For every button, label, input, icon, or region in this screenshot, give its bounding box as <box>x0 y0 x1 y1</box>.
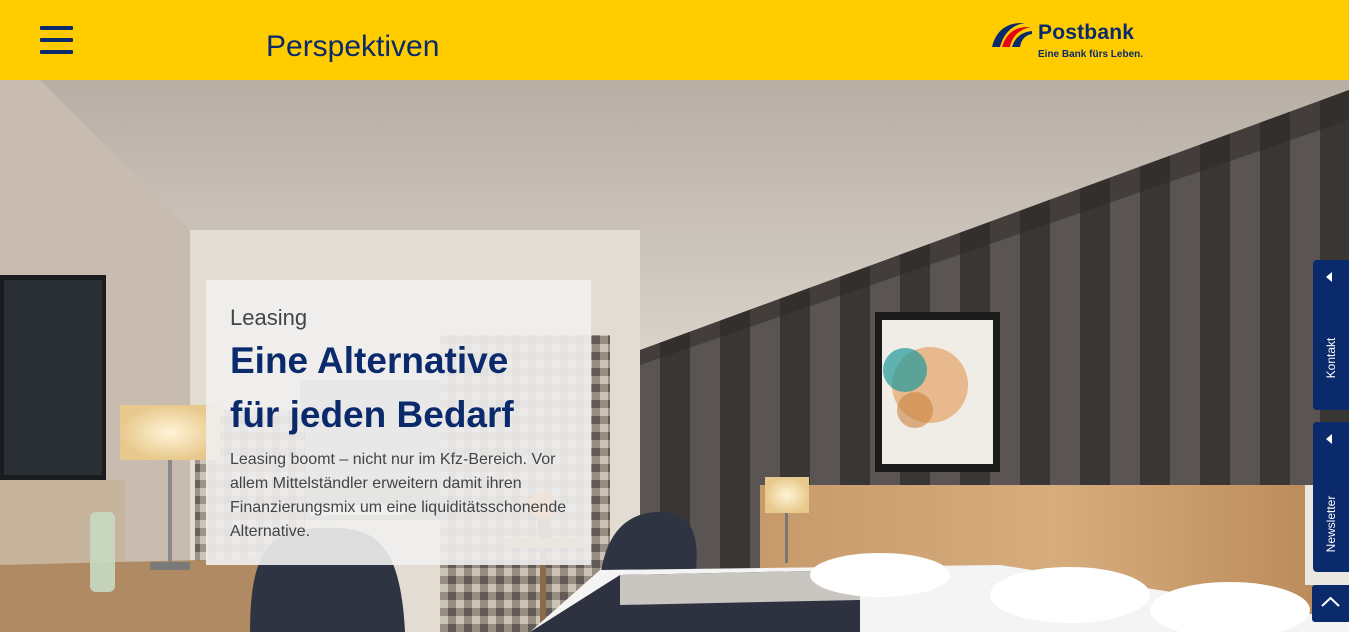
chevron-left-icon <box>1326 434 1332 444</box>
chevron-left-icon <box>1326 272 1332 282</box>
hotel-room-photo <box>0 80 1349 632</box>
newsletter-tab[interactable]: Newsletter <box>1313 422 1349 572</box>
teaser-headline-line-2: für jeden Bedarf <box>230 394 514 435</box>
teaser-headline[interactable]: Eine Alternative für jeden Bedarf <box>230 334 571 442</box>
page-title: Perspektiven <box>266 30 440 63</box>
kontakt-tab[interactable]: Kontakt <box>1313 260 1349 410</box>
header-bar: Perspektiven Postbank Eine Bank fürs Leb… <box>0 0 1349 80</box>
postbank-logo-mark-icon <box>992 23 1032 47</box>
hero-section: Leasing Eine Alternative für jeden Bedar… <box>0 80 1349 632</box>
logo-name: Postbank <box>1038 21 1135 44</box>
postbank-logo[interactable]: Postbank Eine Bank fürs Leben. <box>992 18 1144 64</box>
teaser-kicker: Leasing <box>230 305 308 330</box>
teaser-box[interactable]: Leasing Eine Alternative für jeden Bedar… <box>206 280 591 565</box>
scroll-to-top-button[interactable] <box>1312 585 1349 622</box>
hamburger-menu-icon[interactable] <box>40 26 73 54</box>
chevron-up-icon <box>1321 596 1340 607</box>
newsletter-tab-label: Newsletter <box>1324 495 1338 553</box>
logo-claim: Eine Bank fürs Leben. <box>1038 49 1144 60</box>
teaser-headline-line-1: Eine Alternative <box>230 340 509 381</box>
kontakt-tab-label: Kontakt <box>1324 337 1338 379</box>
teaser-text: Leasing boomt – nicht nur im Kfz-Bereich… <box>230 451 567 540</box>
